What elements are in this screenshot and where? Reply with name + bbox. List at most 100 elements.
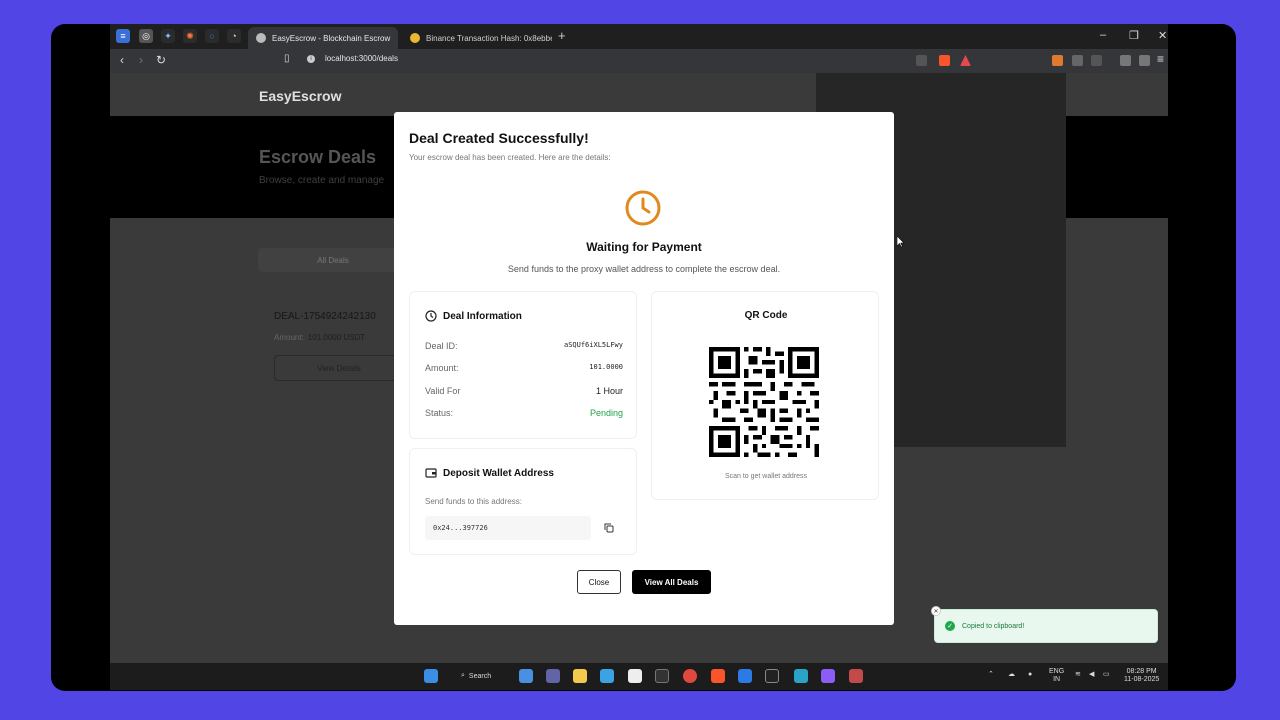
tab-all-deals[interactable]: All Deals <box>258 248 408 272</box>
copilot-icon[interactable] <box>600 669 614 683</box>
toast-message: Copied to clipboard! <box>962 622 1025 630</box>
lang-top: ENG <box>1049 668 1065 675</box>
mouse-cursor-icon <box>897 236 905 248</box>
wallet-address-field[interactable]: 0x24...397726 <box>425 516 591 540</box>
recorder-icon[interactable] <box>849 669 863 683</box>
tab-favicon <box>256 33 266 43</box>
file-explorer-icon[interactable] <box>573 669 587 683</box>
chrome-icon[interactable] <box>683 669 697 683</box>
modal-title: Deal Created Successfully! <box>409 130 589 146</box>
battery-icon[interactable]: ▭ <box>1103 671 1110 679</box>
deal-id-row: Deal ID: aSQUf6iXL5LFwy <box>425 341 623 351</box>
toast-close-icon[interactable]: ✕ <box>931 606 941 616</box>
share-icon[interactable] <box>916 55 927 66</box>
bookmark-icon[interactable]: ▯ <box>284 53 290 64</box>
screen: ≡ ◎ ✦ ✺ ○ ◔ EasyEscrow - Blockchain Escr… <box>110 24 1168 690</box>
search-icon: ⌕ <box>461 672 465 679</box>
rewards-icon[interactable] <box>960 55 971 66</box>
docs-icon[interactable]: ≡ <box>116 29 130 43</box>
amount-label: Amount: <box>425 363 459 373</box>
tab-easyescrow[interactable]: EasyEscrow - Blockchain Escrow ✕ <box>248 27 398 49</box>
globe-icon[interactable]: ◎ <box>139 29 153 43</box>
forward-icon[interactable]: › <box>139 53 143 67</box>
copy-icon <box>604 523 614 533</box>
reload-icon[interactable]: ↻ <box>156 53 166 67</box>
amount-label: Amount: <box>274 333 304 342</box>
deal-id-label: Deal ID: <box>425 341 458 351</box>
clock-icon <box>625 190 661 226</box>
taskbar-search[interactable]: ⌕ Search <box>453 668 505 684</box>
tab-strip: ≡ ◎ ✦ ✺ ○ ◔ EasyEscrow - Blockchain Escr… <box>110 24 1168 49</box>
qr-code-image[interactable] <box>709 347 819 457</box>
brave-icon[interactable] <box>711 669 725 683</box>
site-info-icon[interactable]: i <box>307 54 315 63</box>
deposit-wallet-title: Deposit Wallet Address <box>443 467 554 479</box>
app-icon[interactable] <box>821 669 835 683</box>
date-text: 11-08-2025 <box>1124 676 1160 683</box>
vscode-icon[interactable] <box>738 669 752 683</box>
ring-icon[interactable]: ○ <box>205 29 219 43</box>
wallet-icon[interactable] <box>1139 55 1150 66</box>
notepad-icon[interactable] <box>519 669 533 683</box>
copy-address-button[interactable] <box>601 520 617 536</box>
chevron-up-icon[interactable]: ⌃ <box>988 671 994 679</box>
copied-toast: ✓ Copied to clipboard! <box>934 609 1158 643</box>
new-tab-button[interactable]: + <box>558 29 566 43</box>
brave-shield-icon[interactable] <box>939 55 950 66</box>
amount-value: 101.0000 USDT <box>307 333 366 342</box>
wifi-icon[interactable]: ≋ <box>1075 671 1081 679</box>
window-close-icon[interactable]: ✕ <box>1158 29 1167 42</box>
mic-icon[interactable]: ● <box>1028 671 1032 679</box>
deal-card-amount: Amount: 101.0000 USDT <box>274 333 365 342</box>
search-label: Search <box>468 672 492 680</box>
deposit-wallet-card: Deposit Wallet Address Send funds to thi… <box>409 448 637 555</box>
metamask-icon[interactable] <box>1052 55 1063 66</box>
qr-caption: Scan to get wallet address <box>724 473 808 480</box>
brand-logo[interactable]: EasyEscrow <box>259 88 342 104</box>
deal-information-title: Deal Information <box>443 310 522 322</box>
windows-start-icon[interactable] <box>424 669 438 683</box>
status-row: Status: Pending <box>425 408 623 418</box>
address-bar[interactable]: i localhost:3000/deals <box>307 54 398 63</box>
wallet-instruction: Send funds to this address: <box>425 497 522 506</box>
tab-favicon <box>410 33 420 43</box>
minimize-icon[interactable]: – <box>1100 29 1106 41</box>
maximize-icon[interactable]: ❐ <box>1129 29 1139 42</box>
payment-status-subtitle: Send funds to the proxy wallet address t… <box>507 264 781 274</box>
github-icon[interactable] <box>655 669 669 683</box>
address-toolbar: ‹ › ↻ ▯ i localhost:3000/deals ≡ <box>110 49 1168 73</box>
burst-icon[interactable]: ✺ <box>183 29 197 43</box>
language-indicator[interactable]: ENG IN <box>1049 668 1064 684</box>
amount-value: 101.0000 <box>589 363 623 371</box>
sidebar-icon[interactable] <box>1120 55 1131 66</box>
tab-title: EasyEscrow - Blockchain Escrow <box>272 33 391 43</box>
tab-title: Binance Transaction Hash: 0x8ebbe1 <box>426 33 552 43</box>
deal-information-heading: Deal Information <box>425 310 522 322</box>
payment-status-title: Waiting for Payment <box>586 240 702 254</box>
onedrive-icon[interactable]: ☁ <box>1008 671 1015 679</box>
reader-icon[interactable] <box>1091 55 1102 66</box>
deal-card-id: DEAL-1754924242130 <box>274 311 376 322</box>
deal-id-value: aSQUf6iXL5LFwy <box>563 341 623 349</box>
view-all-deals-button[interactable]: View All Deals <box>632 570 711 594</box>
close-button[interactable]: Close <box>577 570 621 594</box>
volume-icon[interactable]: ◀ <box>1089 671 1094 679</box>
telegram-icon[interactable] <box>794 669 808 683</box>
wallet-small-icon <box>425 468 437 478</box>
valid-for-label: Valid For <box>425 386 461 396</box>
menu-icon[interactable]: ≡ <box>1157 52 1164 66</box>
clock-small-icon <box>425 310 437 322</box>
clock-display[interactable]: 08:28 PM 11-08-2025 <box>1124 668 1159 684</box>
teams-icon[interactable] <box>546 669 560 683</box>
deposit-wallet-heading: Deposit Wallet Address <box>425 467 554 479</box>
extensions-icon[interactable] <box>1072 55 1083 66</box>
chart-icon[interactable]: ◔ <box>227 29 241 43</box>
qr-code-card: QR Code Scan to get wallet address <box>651 291 879 500</box>
back-icon[interactable]: ‹ <box>120 53 124 67</box>
terminal-icon[interactable] <box>765 669 779 683</box>
tab-binance[interactable]: Binance Transaction Hash: 0x8ebbe1 <box>402 27 552 49</box>
sparkle-icon[interactable]: ✦ <box>161 29 175 43</box>
hero-title: Escrow Deals <box>259 147 377 167</box>
notion-icon[interactable] <box>628 669 642 683</box>
view-details-button[interactable]: View Details <box>274 355 404 381</box>
